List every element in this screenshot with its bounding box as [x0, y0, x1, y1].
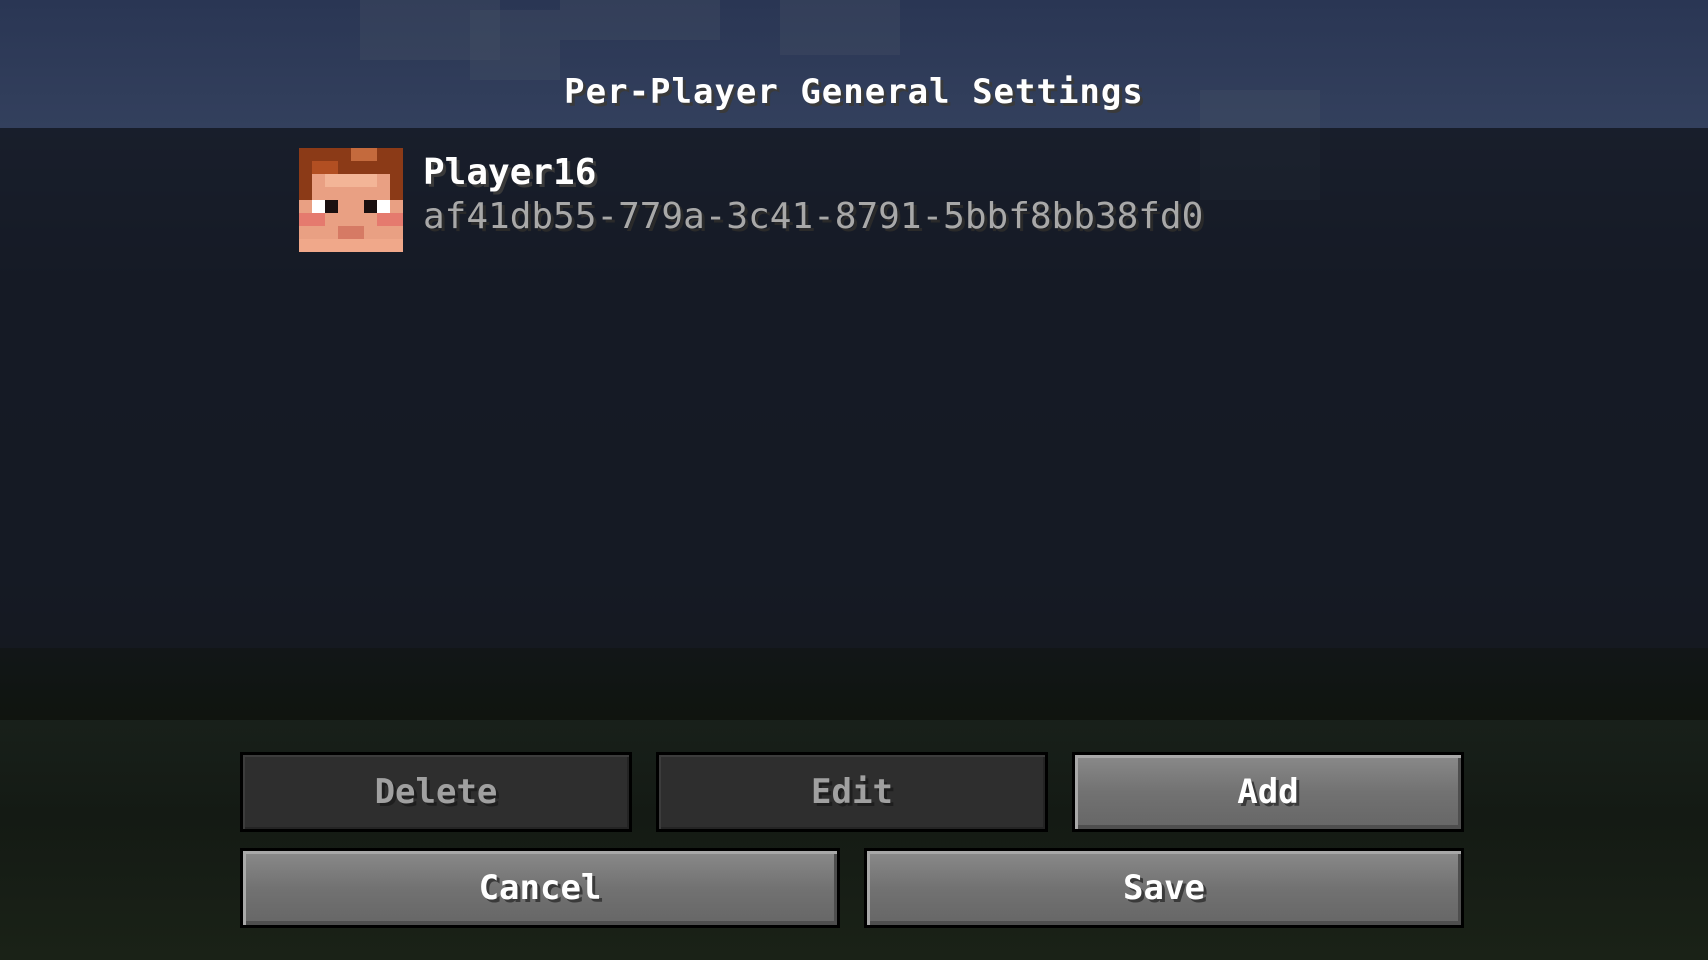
avatar-cheek — [299, 213, 325, 226]
avatar-eye-white — [377, 200, 390, 213]
avatar-mouth — [338, 226, 364, 239]
avatar-eye-white — [312, 200, 325, 213]
avatar-hair — [299, 174, 312, 200]
player-name: Player16 — [423, 152, 597, 193]
avatar-eye — [364, 200, 377, 213]
delete-button[interactable]: Delete — [240, 752, 632, 832]
background-block — [560, 0, 720, 40]
avatar-face-shade — [325, 174, 377, 187]
player-avatar — [299, 148, 403, 252]
player-list-item[interactable]: Player16 af41db55-779a-3c41-8791-5bbf8bb… — [299, 148, 1299, 252]
save-button[interactable]: Save — [864, 848, 1464, 928]
avatar-hair — [390, 174, 403, 200]
add-button[interactable]: Add — [1072, 752, 1464, 832]
avatar-eye — [325, 200, 338, 213]
avatar-hair — [351, 148, 377, 161]
avatar-chin — [299, 239, 403, 252]
background-block — [470, 10, 560, 80]
player-list-footer — [0, 648, 1708, 720]
background-block — [780, 0, 900, 55]
avatar-hair — [312, 161, 338, 174]
edit-button[interactable]: Edit — [656, 752, 1048, 832]
player-uuid: af41db55-779a-3c41-8791-5bbf8bb38fd0 — [423, 196, 1204, 237]
page-title: Per-Player General Settings — [564, 72, 1144, 112]
avatar-cheek — [377, 213, 403, 226]
cancel-button[interactable]: Cancel — [240, 848, 840, 928]
